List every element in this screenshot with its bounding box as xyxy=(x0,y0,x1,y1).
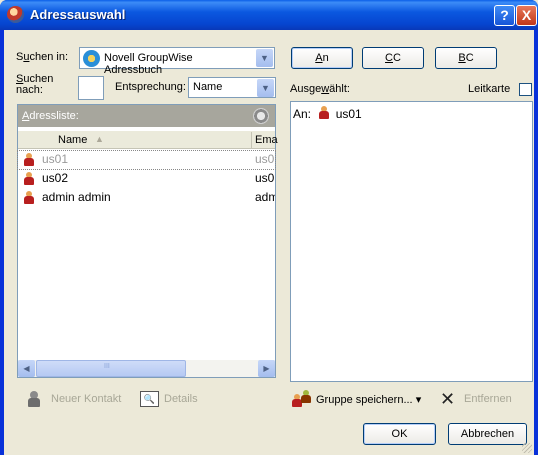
contact-name: us01 xyxy=(42,152,69,166)
selected-label: Ausgewählt: xyxy=(290,83,350,95)
column-email[interactable]: Ema xyxy=(255,134,278,146)
close-button[interactable]: X xyxy=(516,5,537,26)
leitkarte-checkbox[interactable] xyxy=(519,83,532,96)
person-icon xyxy=(319,106,330,119)
details-button[interactable]: Details xyxy=(164,393,198,405)
chevron-down-icon[interactable]: ▼ xyxy=(257,79,274,97)
table-row[interactable]: admin admin adm xyxy=(18,189,275,207)
column-header: Name ▲ Ema xyxy=(18,131,278,149)
person-icon xyxy=(24,191,34,204)
sort-ascending-icon: ▲ xyxy=(95,134,104,144)
recipient-type: An: xyxy=(293,107,312,121)
help-button[interactable]: ? xyxy=(494,5,515,26)
new-contact-icon xyxy=(28,391,40,407)
new-contact-button[interactable]: Neuer Kontakt xyxy=(51,393,121,405)
search-for-label: Suchen nach: xyxy=(16,73,54,96)
address-list: Adressliste: Name ▲ Ema us01 us0 us02 us… xyxy=(17,104,278,378)
chevron-down-icon[interactable]: ▼ xyxy=(256,49,273,67)
person-icon xyxy=(24,153,34,166)
scroll-grip: III xyxy=(104,363,110,370)
match-label: Entsprechung: xyxy=(115,81,186,93)
column-separator[interactable] xyxy=(251,132,252,148)
refresh-icon[interactable] xyxy=(253,108,269,124)
contact-email: us0 xyxy=(255,171,275,185)
match-dropdown[interactable]: Name ▼ xyxy=(188,77,276,98)
details-icon: 🔍 xyxy=(140,391,159,407)
match-value: Name xyxy=(193,81,223,93)
table-row[interactable]: us02 us0 xyxy=(18,170,275,188)
horizontal-scrollbar[interactable]: ◀ III ▶ xyxy=(18,360,275,377)
scroll-right-icon[interactable]: ▶ xyxy=(258,360,275,377)
remove-button[interactable]: Entfernen xyxy=(464,393,512,405)
address-list-title: Adressliste: xyxy=(22,110,79,122)
column-name[interactable]: Name xyxy=(58,134,87,146)
cc-button[interactable]: CC xyxy=(362,47,424,69)
person-icon xyxy=(24,172,34,185)
table-row[interactable]: us01 us0 xyxy=(17,150,276,170)
groupwise-book-icon xyxy=(83,50,100,67)
search-for-input[interactable] xyxy=(78,76,104,100)
address-book-icon xyxy=(7,6,24,23)
contact-name: admin admin xyxy=(42,190,111,204)
resize-grip[interactable] xyxy=(522,443,532,453)
chevron-down-icon[interactable]: ▾ xyxy=(416,394,422,406)
window-title: Adressauswahl xyxy=(30,7,126,22)
search-in-label: Suchen in: xyxy=(16,51,68,63)
address-selection-window: Adressauswahl ? X Suchen in: Novell Grou… xyxy=(0,0,538,455)
contact-name: us02 xyxy=(42,171,69,185)
save-group-button[interactable]: Gruppe speichern... ▾ xyxy=(316,393,421,406)
contact-email: adm xyxy=(255,190,275,204)
address-list-header: Adressliste: xyxy=(18,105,275,127)
bc-button[interactable]: BC xyxy=(435,47,497,69)
cancel-button[interactable]: Abbrechen xyxy=(448,423,527,445)
search-in-dropdown[interactable]: Novell GroupWise Adressbuch ▼ xyxy=(79,47,275,76)
group-icon xyxy=(292,390,312,408)
title-bar[interactable]: Adressauswahl ? X xyxy=(0,0,538,30)
dialog-body: Suchen in: Novell GroupWise Adressbuch ▼… xyxy=(4,30,534,455)
scroll-left-icon[interactable]: ◀ xyxy=(18,360,35,377)
selected-entry[interactable]: An: us01 xyxy=(293,106,362,121)
recipient-name: us01 xyxy=(335,107,362,121)
ok-button[interactable]: OK xyxy=(363,423,436,445)
selected-recipients-list[interactable]: An: us01 xyxy=(290,101,533,382)
leitkarte-label: Leitkarte xyxy=(468,83,511,95)
search-in-value: Novell GroupWise Adressbuch xyxy=(104,52,193,76)
remove-icon: ✕ xyxy=(440,389,456,409)
to-button[interactable]: An xyxy=(291,47,353,69)
contact-email: us0 xyxy=(255,152,275,166)
scroll-thumb[interactable]: III xyxy=(36,360,186,377)
